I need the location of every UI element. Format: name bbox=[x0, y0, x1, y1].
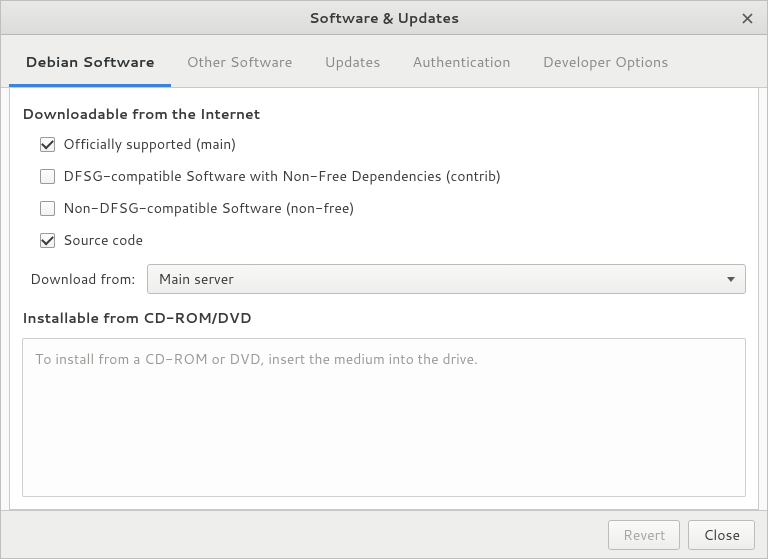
titlebar: Software & Updates bbox=[1, 1, 767, 35]
tab-other-software[interactable]: Other Software bbox=[171, 41, 309, 87]
close-button[interactable]: Close bbox=[688, 520, 755, 550]
checkbox-source-label: Source code bbox=[63, 230, 143, 250]
download-from-label: Download from: bbox=[30, 269, 135, 289]
window-close-button[interactable] bbox=[737, 8, 757, 28]
checkbox-main-label: Officially supported (main) bbox=[63, 134, 236, 154]
checkbox-row-nonfree: Non-DFSG-compatible Software (non-free) bbox=[40, 198, 746, 218]
tab-updates[interactable]: Updates bbox=[308, 41, 396, 87]
downloadable-section-label: Downloadable from the Internet bbox=[22, 104, 746, 124]
close-icon bbox=[742, 13, 753, 24]
download-from-combobox[interactable]: Main server bbox=[147, 264, 746, 294]
tab-content: Downloadable from the Internet Officiall… bbox=[9, 88, 759, 510]
cdrom-hint-text: To install from a CD-ROM or DVD, insert … bbox=[35, 349, 478, 369]
dialog-footer: Revert Close bbox=[1, 510, 767, 558]
checkbox-contrib-label: DFSG-compatible Software with Non-Free D… bbox=[63, 166, 501, 186]
revert-button[interactable]: Revert bbox=[608, 520, 680, 550]
checkbox-row-source: Source code bbox=[40, 230, 746, 250]
tab-authentication[interactable]: Authentication bbox=[396, 41, 526, 87]
cdrom-info-box: To install from a CD-ROM or DVD, insert … bbox=[22, 338, 746, 497]
download-from-row: Download from: Main server bbox=[30, 264, 746, 294]
checkbox-contrib[interactable] bbox=[40, 169, 55, 184]
tabs-bar: Debian Software Other Software Updates A… bbox=[1, 35, 767, 88]
checkbox-main[interactable] bbox=[40, 137, 55, 152]
tab-developer-options[interactable]: Developer Options bbox=[527, 41, 685, 87]
tab-debian-software[interactable]: Debian Software bbox=[9, 41, 171, 87]
checkbox-nonfree[interactable] bbox=[40, 201, 55, 216]
download-from-value: Main server bbox=[158, 269, 233, 289]
chevron-down-icon bbox=[727, 277, 735, 282]
checkbox-nonfree-label: Non-DFSG-compatible Software (non-free) bbox=[63, 198, 354, 218]
checkbox-row-main: Officially supported (main) bbox=[40, 134, 746, 154]
cdrom-section-label: Installable from CD-ROM/DVD bbox=[22, 308, 746, 328]
checkbox-source[interactable] bbox=[40, 233, 55, 248]
checkbox-row-contrib: DFSG-compatible Software with Non-Free D… bbox=[40, 166, 746, 186]
window-title: Software & Updates bbox=[309, 8, 459, 28]
